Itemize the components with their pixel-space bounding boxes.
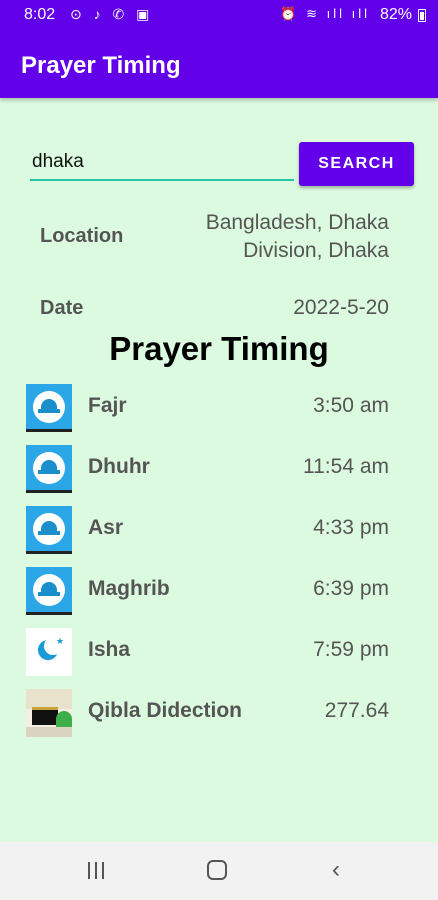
battery-icon bbox=[418, 9, 426, 22]
prayer-name: Dhuhr bbox=[88, 455, 150, 478]
mosque-icon bbox=[26, 445, 72, 493]
battery-percentage: 82% bbox=[379, 6, 412, 23]
system-nav-bar: ‹ bbox=[0, 842, 438, 900]
prayer-name: Qibla Didection bbox=[88, 699, 243, 722]
date-value: 2022-5-20 bbox=[293, 296, 389, 319]
recent-apps-icon[interactable] bbox=[86, 862, 106, 880]
mosque-icon bbox=[26, 384, 72, 432]
prayer-row-asr: Asr 4:33 pm bbox=[0, 506, 438, 556]
prayer-name: Fajr bbox=[88, 394, 127, 417]
prayer-name: Asr bbox=[88, 516, 124, 539]
location-label: Location bbox=[40, 225, 124, 247]
mosque-icon bbox=[26, 567, 72, 615]
app-bar: Prayer Timing bbox=[0, 30, 438, 98]
prayer-time: 4:33 pm bbox=[313, 516, 389, 539]
section-title: Prayer Timing bbox=[109, 330, 329, 367]
prayer-time: 7:59 pm bbox=[313, 638, 389, 661]
back-icon[interactable]: ‹ bbox=[332, 856, 340, 884]
location-value-line1: Bangladesh, Dhaka bbox=[205, 211, 389, 234]
prayer-time: 6:39 pm bbox=[313, 577, 389, 600]
prayer-row-fajr: Fajr 3:50 am bbox=[0, 384, 438, 434]
search-button[interactable]: SEARCH bbox=[299, 142, 414, 186]
home-icon[interactable] bbox=[207, 860, 227, 880]
mosque-icon bbox=[26, 506, 72, 554]
crescent-moon-icon: ★ bbox=[26, 628, 72, 676]
prayer-row-qibla: Qibla Didection 277.64 bbox=[0, 689, 438, 739]
prayer-time: 11:54 am bbox=[303, 455, 389, 478]
prayer-time: 3:50 am bbox=[313, 394, 389, 417]
kaaba-icon bbox=[26, 689, 72, 737]
prayer-row-isha: ★ Isha 7:59 pm bbox=[0, 628, 438, 678]
signal-icons: ⏰ ≋ ıll ıll bbox=[280, 6, 370, 21]
prayer-row-maghrib: Maghrib 6:39 pm bbox=[0, 567, 438, 617]
app-title: Prayer Timing bbox=[21, 52, 181, 79]
location-value-line2: Division, Dhaka bbox=[243, 239, 389, 262]
prayer-row-dhuhr: Dhuhr 11:54 am bbox=[0, 445, 438, 495]
status-time: 8:02 bbox=[24, 6, 56, 23]
status-bar: 8:02 ⊙ ♪ ✆ ▣ ⏰ ≋ ıll ıll 82% bbox=[0, 0, 438, 30]
date-label: Date bbox=[40, 297, 84, 319]
prayer-name: Maghrib bbox=[88, 577, 170, 600]
qibla-direction-value: 277.64 bbox=[324, 699, 389, 722]
notification-icons: ⊙ ♪ ✆ ▣ bbox=[70, 6, 154, 22]
search-input[interactable] bbox=[30, 147, 294, 181]
prayer-name: Isha bbox=[88, 638, 131, 661]
location-value: Bangladesh, Dhaka Division, Dhaka bbox=[206, 209, 389, 265]
